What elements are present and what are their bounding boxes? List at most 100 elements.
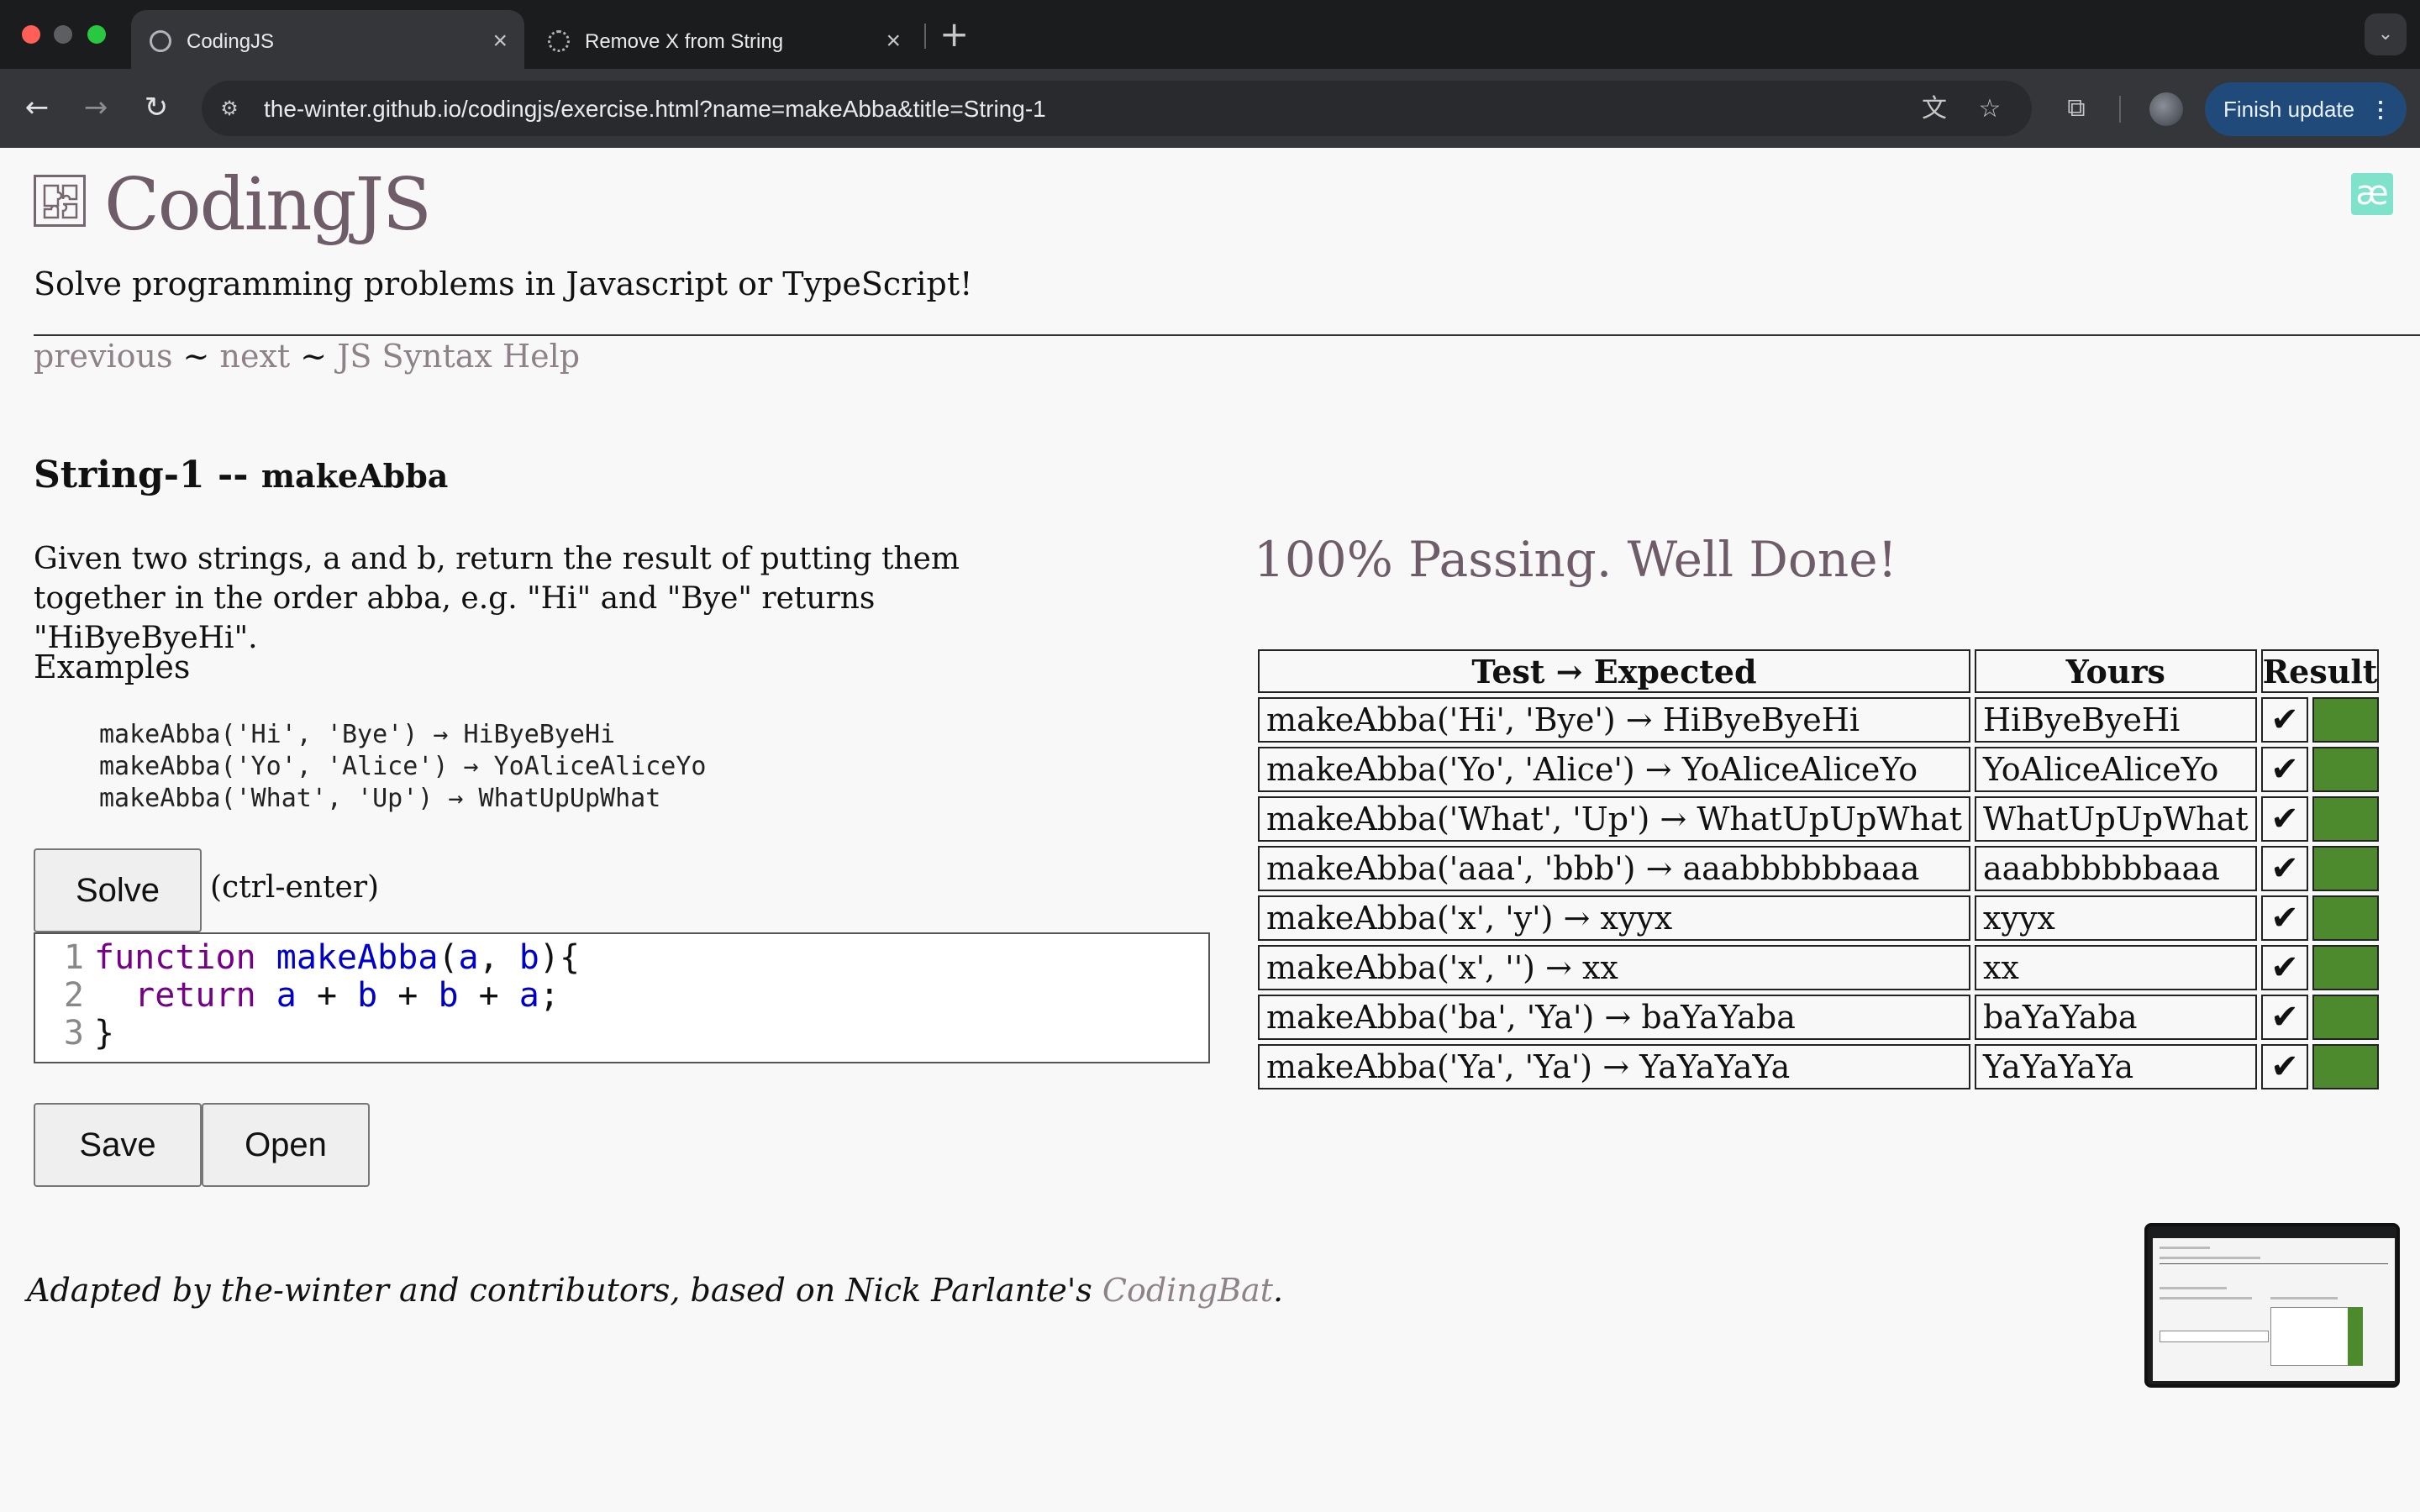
footer-text: .: [1272, 1272, 1284, 1309]
more-menu-icon[interactable]: ⋮: [2370, 82, 2391, 136]
close-tab-icon[interactable]: ×: [886, 27, 901, 55]
check-icon: ✔: [2260, 697, 2309, 743]
thumb-line: [2160, 1287, 2227, 1289]
yours-cell: WhatUpUpWhat: [1974, 796, 2257, 842]
var: b: [357, 976, 378, 1015]
screenshot-preview-thumbnail[interactable]: [2144, 1223, 2400, 1388]
punct: ;: [539, 976, 560, 1015]
previous-link[interactable]: previous: [34, 338, 172, 375]
pass-indicator: [2312, 945, 2380, 990]
url-text[interactable]: the-winter.github.io/codingjs/exercise.h…: [264, 96, 1046, 123]
zoom-window-button[interactable]: [87, 25, 106, 44]
new-tab-button[interactable]: +: [939, 13, 969, 55]
save-button[interactable]: Save: [34, 1103, 202, 1187]
browser-chrome: CodingJS × Remove X from String × + ⌄ ← …: [0, 0, 2420, 148]
open-button[interactable]: Open: [202, 1103, 370, 1187]
minimize-window-button[interactable]: [54, 25, 72, 44]
profile-avatar[interactable]: [2149, 92, 2183, 126]
globe-icon: [150, 30, 171, 52]
operator: +: [377, 976, 439, 1015]
extensions-icon[interactable]: ⧉: [2057, 89, 2096, 128]
example-line: makeAbba('Hi', 'Bye') → HiByeByeHi: [99, 720, 616, 749]
tab-title: CodingJS: [187, 30, 275, 53]
yours-cell: HiByeByeHi: [1974, 697, 2257, 743]
pass-indicator: [2312, 995, 2380, 1040]
code-text[interactable]: function makeAbba(a, b){ return a + b + …: [94, 939, 580, 1053]
tab-strip: CodingJS × Remove X from String × + ⌄: [0, 0, 2420, 69]
test-cell: makeAbba('aaa', 'bbb') → aaabbbbbbaaa: [1258, 846, 1970, 891]
check-icon: ✔: [2260, 747, 2309, 792]
forward-icon[interactable]: →: [77, 89, 114, 126]
test-cell: makeAbba('Hi', 'Bye') → HiByeByeHi: [1258, 697, 1970, 743]
finish-update-button[interactable]: Finish update ⋮: [2205, 82, 2407, 136]
back-icon[interactable]: ←: [18, 89, 55, 126]
thumb-pass-column: [2348, 1307, 2363, 1366]
test-cell: makeAbba('x', '') → xx: [1258, 945, 1970, 990]
codingbat-link[interactable]: CodingBat: [1102, 1272, 1273, 1309]
check-icon: ✔: [2260, 1044, 2309, 1089]
tab-title: Remove X from String: [585, 30, 784, 53]
test-cell: makeAbba('What', 'Up') → WhatUpUpWhat: [1258, 796, 1970, 842]
tab-divider: [924, 24, 926, 49]
solve-button[interactable]: Solve: [34, 848, 202, 932]
browser-toolbar: ← → ↻ ⚙ the-winter.github.io/codingjs/ex…: [0, 69, 2420, 148]
thumb-line: [2160, 1297, 2252, 1299]
yours-cell: baYaYaba: [1974, 995, 2257, 1040]
table-row: makeAbba('Yo', 'Alice') → YoAliceAliceYo…: [1258, 747, 2380, 792]
punct: ,: [478, 938, 519, 977]
thumb-line: [2160, 1247, 2210, 1249]
nav-separator: ~: [182, 338, 210, 375]
syntax-help-link[interactable]: JS Syntax Help: [337, 338, 580, 375]
ae-extension-badge[interactable]: æ: [2351, 173, 2393, 215]
puzzle-logo-icon: [34, 175, 86, 227]
bookmark-star-icon[interactable]: ☆: [1973, 92, 2007, 126]
table-row: makeAbba('Ya', 'Ya') → YaYaYaYa YaYaYaYa ✔: [1258, 1044, 2380, 1089]
address-bar[interactable]: ⚙ the-winter.github.io/codingjs/exercise…: [202, 81, 2032, 136]
keyword: function: [94, 938, 256, 977]
code-editor[interactable]: 1 2 3 function makeAbba(a, b){ return a …: [34, 932, 1210, 1063]
param: b: [518, 938, 539, 977]
line-number: 1: [63, 938, 84, 977]
page-content: CodingJS æ Solve programming problems in…: [0, 148, 2420, 1512]
test-cell: makeAbba('x', 'y') → xyyx: [1258, 895, 1970, 941]
close-window-button[interactable]: [22, 25, 40, 44]
thumb-line: [2160, 1331, 2269, 1342]
code-line-2: return a + b + b + a;: [94, 977, 580, 1015]
problem-category: String-1 --: [34, 454, 249, 496]
punct: [256, 976, 276, 1015]
translate-icon[interactable]: 文: [1918, 92, 1951, 126]
pass-indicator: [2312, 846, 2380, 891]
test-cell: makeAbba('Yo', 'Alice') → YoAliceAliceYo: [1258, 747, 1970, 792]
tab-remove-x[interactable]: Remove X from String ×: [529, 10, 918, 69]
line-number: 2: [63, 976, 84, 1015]
header-divider: [34, 334, 2420, 336]
pass-indicator: [2312, 796, 2380, 842]
site-info-icon[interactable]: ⚙: [217, 96, 242, 121]
keyword: return: [134, 976, 256, 1015]
pass-indicator: [2312, 747, 2380, 792]
thumb-line: [2270, 1297, 2338, 1299]
update-label: Finish update: [2223, 97, 2355, 122]
example-line: makeAbba('What', 'Up') → WhatUpUpWhat: [99, 784, 661, 813]
line-number: 3: [63, 1014, 84, 1053]
yours-cell: YaYaYaYa: [1974, 1044, 2257, 1089]
var: a: [276, 976, 297, 1015]
check-icon: ✔: [2260, 846, 2309, 891]
line-numbers: 1 2 3: [35, 939, 84, 1053]
next-link[interactable]: next: [219, 338, 290, 375]
reload-icon[interactable]: ↻: [138, 89, 175, 126]
site-tagline: Solve programming problems in Javascript…: [34, 265, 973, 302]
pass-indicator: [2312, 697, 2380, 743]
close-tab-icon[interactable]: ×: [492, 27, 508, 55]
footer-text: Adapted by the-winter and contributors, …: [27, 1272, 1102, 1309]
tab-search-button[interactable]: ⌄: [2365, 13, 2407, 55]
code-line-1: function makeAbba(a, b){: [94, 939, 580, 977]
table-header-row: Test → Expected Yours Result: [1258, 649, 2380, 693]
tab-codingjs[interactable]: CodingJS ×: [131, 10, 524, 69]
punct: (: [438, 938, 459, 977]
passing-status: 100% Passing. Well Done!: [1254, 531, 1897, 588]
yours-cell: xx: [1974, 945, 2257, 990]
operator: +: [296, 976, 358, 1015]
operator: +: [458, 976, 519, 1015]
